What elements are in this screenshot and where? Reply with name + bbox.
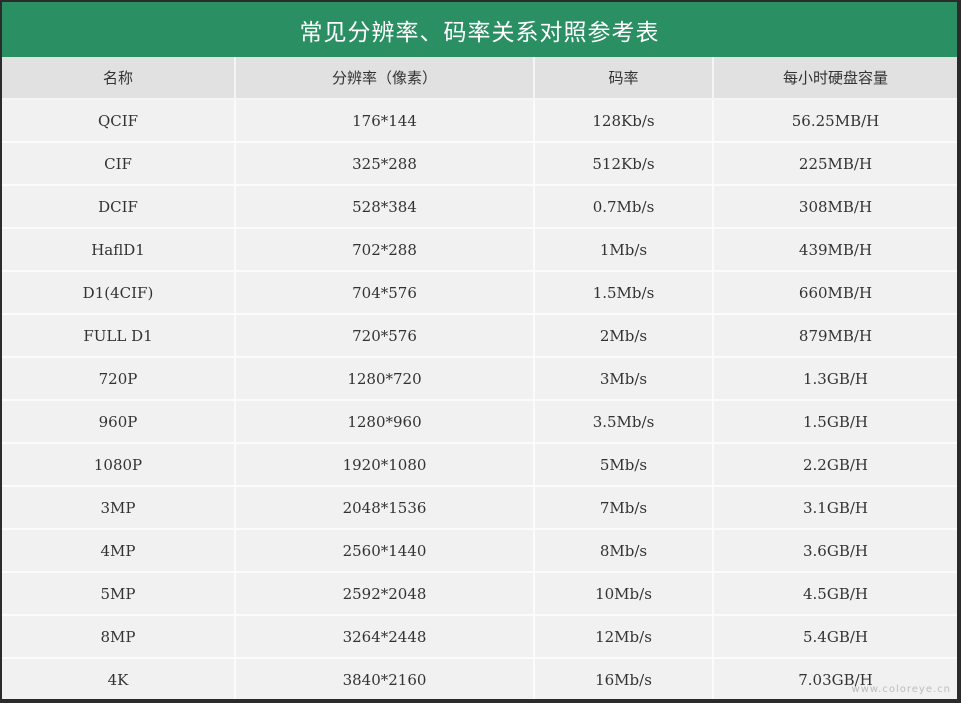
cell-bitrate: 10Mb/s — [535, 573, 714, 616]
cell-resolution: 176*144 — [236, 100, 535, 143]
cell-resolution: 702*288 — [236, 229, 535, 272]
cell-name: D1(4CIF) — [2, 272, 236, 315]
table-row: 5MP 2592*2048 10Mb/s 4.5GB/H — [2, 573, 957, 616]
cell-storage: 5.4GB/H — [714, 616, 957, 659]
cell-name: CIF — [2, 143, 236, 186]
reference-table-card: 常见分辨率、码率关系对照参考表 名称 分辨率（像素） 码率 每小时硬盘容量 QC… — [2, 2, 957, 699]
cell-name: FULL D1 — [2, 315, 236, 358]
table-title: 常见分辨率、码率关系对照参考表 — [2, 2, 957, 57]
cell-bitrate: 16Mb/s — [535, 659, 714, 699]
cell-storage: 1.3GB/H — [714, 358, 957, 401]
cell-resolution: 720*576 — [236, 315, 535, 358]
cell-resolution: 2592*2048 — [236, 573, 535, 616]
table-row: DCIF 528*384 0.7Mb/s 308MB/H — [2, 186, 957, 229]
table-body: QCIF 176*144 128Kb/s 56.25MB/H CIF 325*288 512… — [2, 100, 957, 699]
table-row: HaflD1 702*288 1Mb/s 439MB/H — [2, 229, 957, 272]
table-row: QCIF 176*144 128Kb/s 56.25MB/H — [2, 100, 957, 143]
table-row: 1080P 1920*1080 5Mb/s 2.2GB/H — [2, 444, 957, 487]
cell-storage: 439MB/H — [714, 229, 957, 272]
cell-name: 1080P — [2, 444, 236, 487]
watermark: www.coloreye.cn — [851, 684, 951, 695]
cell-storage: 2.2GB/H — [714, 444, 957, 487]
cell-storage: 1.5GB/H — [714, 401, 957, 444]
resolution-bitrate-table: 名称 分辨率（像素） 码率 每小时硬盘容量 QCIF 176*144 128Kb/s… — [2, 57, 957, 699]
table-row: 3MP 2048*1536 7Mb/s 3.1GB/H — [2, 487, 957, 530]
cell-name: 5MP — [2, 573, 236, 616]
header-storage-per-hour: 每小时硬盘容量 — [714, 57, 957, 100]
cell-storage: 879MB/H — [714, 315, 957, 358]
cell-bitrate: 8Mb/s — [535, 530, 714, 573]
table-row: FULL D1 720*576 2Mb/s 879MB/H — [2, 315, 957, 358]
header-resolution: 分辨率（像素） — [236, 57, 535, 100]
cell-name: QCIF — [2, 100, 236, 143]
cell-bitrate: 1.5Mb/s — [535, 272, 714, 315]
cell-storage: 225MB/H — [714, 143, 957, 186]
cell-resolution: 325*288 — [236, 143, 535, 186]
header-bitrate: 码率 — [535, 57, 714, 100]
cell-name: 4K — [2, 659, 236, 699]
table-row: CIF 325*288 512Kb/s 225MB/H — [2, 143, 957, 186]
cell-bitrate: 12Mb/s — [535, 616, 714, 659]
cell-bitrate: 3Mb/s — [535, 358, 714, 401]
cell-resolution: 1280*720 — [236, 358, 535, 401]
cell-storage: 308MB/H — [714, 186, 957, 229]
cell-resolution: 2560*1440 — [236, 530, 535, 573]
cell-bitrate: 7Mb/s — [535, 487, 714, 530]
cell-storage: 3.1GB/H — [714, 487, 957, 530]
table-header-row: 名称 分辨率（像素） 码率 每小时硬盘容量 — [2, 57, 957, 100]
cell-storage: 56.25MB/H — [714, 100, 957, 143]
cell-name: 4MP — [2, 530, 236, 573]
cell-resolution: 3264*2448 — [236, 616, 535, 659]
table-row: 960P 1280*960 3.5Mb/s 1.5GB/H — [2, 401, 957, 444]
cell-bitrate: 512Kb/s — [535, 143, 714, 186]
table-row: 4K 3840*2160 16Mb/s 7.03GB/H — [2, 659, 957, 699]
table-row: 720P 1280*720 3Mb/s 1.3GB/H — [2, 358, 957, 401]
cell-bitrate: 2Mb/s — [535, 315, 714, 358]
cell-storage: 4.5GB/H — [714, 573, 957, 616]
cell-resolution: 1280*960 — [236, 401, 535, 444]
cell-name: 960P — [2, 401, 236, 444]
table-row: D1(4CIF) 704*576 1.5Mb/s 660MB/H — [2, 272, 957, 315]
cell-resolution: 704*576 — [236, 272, 535, 315]
cell-name: 3MP — [2, 487, 236, 530]
cell-bitrate: 128Kb/s — [535, 100, 714, 143]
cell-resolution: 3840*2160 — [236, 659, 535, 699]
cell-name: HaflD1 — [2, 229, 236, 272]
cell-storage: 3.6GB/H — [714, 530, 957, 573]
cell-bitrate: 1Mb/s — [535, 229, 714, 272]
cell-bitrate: 5Mb/s — [535, 444, 714, 487]
cell-name: DCIF — [2, 186, 236, 229]
cell-name: 8MP — [2, 616, 236, 659]
table-row: 8MP 3264*2448 12Mb/s 5.4GB/H — [2, 616, 957, 659]
cell-name: 720P — [2, 358, 236, 401]
table-row: 4MP 2560*1440 8Mb/s 3.6GB/H — [2, 530, 957, 573]
cell-resolution: 528*384 — [236, 186, 535, 229]
cell-bitrate: 3.5Mb/s — [535, 401, 714, 444]
cell-resolution: 2048*1536 — [236, 487, 535, 530]
cell-storage: 660MB/H — [714, 272, 957, 315]
cell-resolution: 1920*1080 — [236, 444, 535, 487]
header-name: 名称 — [2, 57, 236, 100]
cell-bitrate: 0.7Mb/s — [535, 186, 714, 229]
